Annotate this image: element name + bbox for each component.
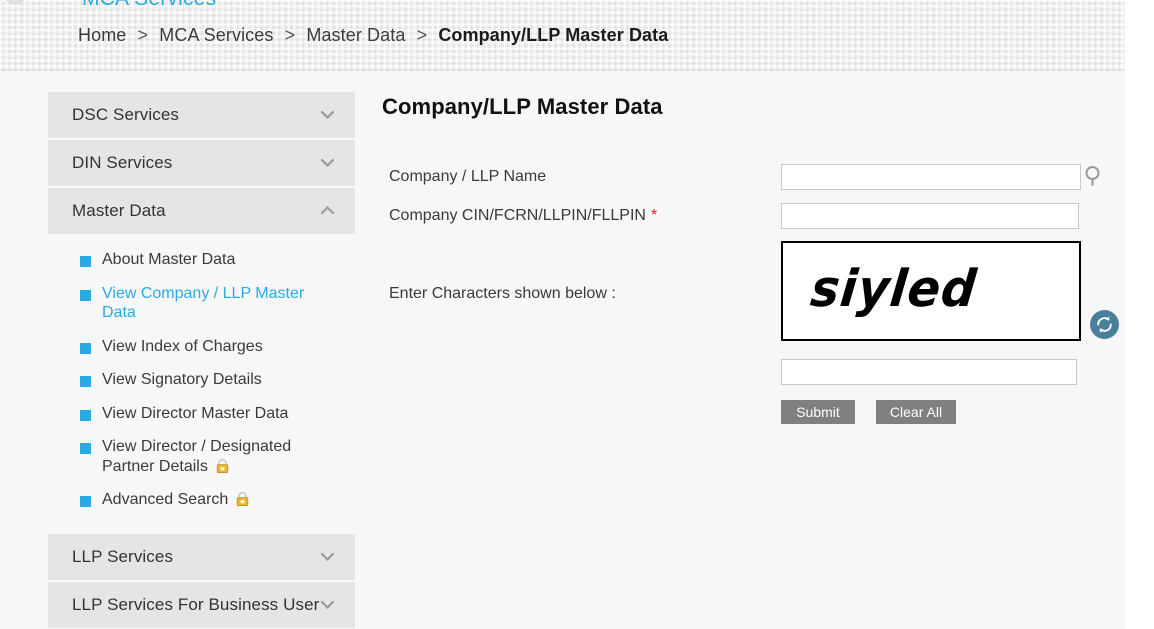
captcha-input[interactable] bbox=[781, 359, 1077, 385]
label-company-cin: Company CIN/FCRN/LLPIN/FLLPIN * bbox=[389, 207, 657, 225]
sidebar-section-label: Master Data bbox=[72, 201, 166, 220]
sidebar-item-label: About Master Data bbox=[102, 251, 236, 268]
lock-icon bbox=[215, 458, 230, 474]
sidebar-section-llp-services[interactable]: LLP Services bbox=[48, 533, 355, 582]
chevron-up-icon[interactable] bbox=[320, 203, 335, 218]
top-nub-decoration bbox=[4, 0, 26, 4]
sidebar-item-about-master-data[interactable]: About Master Data bbox=[48, 250, 355, 270]
chevron-down-icon[interactable] bbox=[320, 155, 335, 170]
sidebar-section-dsc-services[interactable]: DSC Services bbox=[48, 92, 355, 140]
sidebar-submenu-master-data: About Master Data View Company / LLP Mas… bbox=[48, 236, 355, 534]
chevron-down-icon[interactable] bbox=[320, 549, 335, 564]
required-asterisk: * bbox=[650, 207, 658, 224]
sidebar-section-llp-services-for-business-user[interactable]: LLP Services For Business User bbox=[48, 581, 355, 629]
sidebar-item-view-director-master-data[interactable]: View Director Master Data bbox=[48, 404, 355, 424]
header-right-filler bbox=[1125, 0, 1154, 71]
lock-icon bbox=[235, 491, 250, 507]
breadcrumb-separator: > bbox=[137, 25, 149, 45]
header-band: MCA Services Home > MCA Services > Maste… bbox=[0, 0, 1125, 71]
company-cin-input[interactable] bbox=[781, 203, 1079, 229]
sidebar-item-view-director-designated-partner-details[interactable]: View Director / Designated Partner Detai… bbox=[48, 437, 355, 476]
sidebar-section-din-services[interactable]: DIN Services bbox=[48, 140, 355, 188]
chevron-down-icon[interactable] bbox=[320, 107, 335, 122]
sidebar-section-label: LLP Services bbox=[72, 546, 174, 566]
page-root: MCA Services Home > MCA Services > Maste… bbox=[0, 0, 1154, 629]
bullet-square-icon bbox=[80, 342, 91, 354]
body-right-filler bbox=[1125, 71, 1154, 629]
sidebar-section-label: DIN Services bbox=[72, 153, 173, 172]
sidebar-item-label: View Company / LLP Master Data bbox=[102, 284, 305, 322]
breadcrumb-item-home[interactable]: Home bbox=[78, 25, 126, 45]
captcha-image: siyled bbox=[781, 241, 1081, 341]
breadcrumb: Home > MCA Services > Master Data > Comp… bbox=[78, 25, 668, 46]
company-name-input[interactable] bbox=[781, 164, 1081, 190]
page-title: Company/LLP Master Data bbox=[382, 94, 663, 119]
sidebar: DSC Services DIN Services Master Data Ab… bbox=[48, 92, 355, 629]
sidebar-section-master-data[interactable]: Master Data bbox=[48, 188, 355, 236]
clear-all-button[interactable]: Clear All bbox=[876, 400, 956, 424]
label-company-cin-text: Company CIN/FCRN/LLPIN/FLLPIN bbox=[389, 207, 646, 224]
bullet-square-icon bbox=[80, 409, 91, 421]
chevron-down-icon[interactable] bbox=[320, 597, 335, 612]
sidebar-item-view-signatory-details[interactable]: View Signatory Details bbox=[48, 370, 355, 390]
breadcrumb-separator: > bbox=[284, 25, 296, 45]
breadcrumb-item-mca-services[interactable]: MCA Services bbox=[159, 25, 273, 45]
bullet-square-icon bbox=[80, 376, 91, 388]
bullet-square-icon bbox=[80, 289, 91, 301]
sidebar-item-label-with-lock: Advanced Search bbox=[102, 490, 250, 510]
sidebar-section-label: LLP Services For Business User bbox=[72, 594, 320, 614]
sidebar-item-view-index-of-charges[interactable]: View Index of Charges bbox=[48, 337, 355, 357]
sidebar-item-view-company-llp-master-data[interactable]: View Company / LLP Master Data bbox=[48, 284, 355, 323]
sidebar-item-label: Advanced Search bbox=[102, 491, 229, 509]
bullet-square-icon bbox=[80, 256, 91, 267]
sidebar-item-label-with-lock: View Director / Designated Partner Detai… bbox=[102, 437, 317, 476]
submit-button[interactable]: Submit bbox=[781, 400, 855, 424]
refresh-icon[interactable] bbox=[1090, 310, 1119, 339]
sidebar-item-label: View Director Master Data bbox=[102, 404, 289, 422]
sidebar-item-label: View Signatory Details bbox=[102, 371, 262, 389]
bullet-square-icon bbox=[80, 496, 91, 508]
sidebar-item-label: View Index of Charges bbox=[102, 337, 263, 355]
label-enter-characters: Enter Characters shown below : bbox=[389, 285, 616, 302]
breadcrumb-separator: > bbox=[416, 25, 428, 45]
bullet-square-icon bbox=[80, 443, 91, 455]
breadcrumb-item-current: Company/LLP Master Data bbox=[438, 25, 669, 45]
sidebar-section-label: DSC Services bbox=[72, 105, 180, 124]
search-icon[interactable] bbox=[1084, 165, 1104, 187]
captcha-text: siyled bbox=[807, 259, 980, 319]
sidebar-item-label: View Director / Designated Partner Detai… bbox=[102, 438, 292, 475]
breadcrumb-item-master-data[interactable]: Master Data bbox=[306, 25, 405, 45]
label-company-name: Company / LLP Name bbox=[389, 168, 547, 185]
sidebar-item-advanced-search[interactable]: Advanced Search bbox=[48, 490, 355, 510]
top-nav-clipped-label[interactable]: MCA Services bbox=[82, 0, 216, 11]
